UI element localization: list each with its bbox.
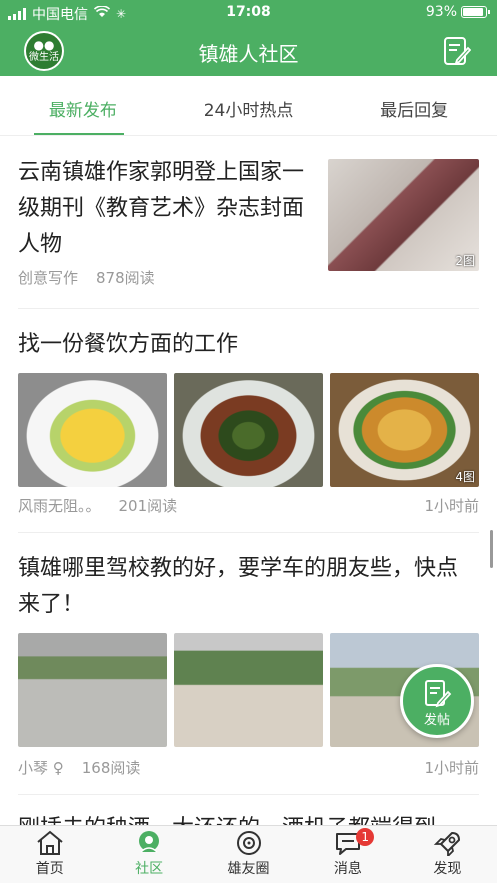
- write-post-icon: [425, 680, 452, 708]
- compose-button[interactable]: [443, 36, 472, 66]
- post-author: 创意写作: [18, 269, 79, 287]
- post-author: 小琴 ♀: [18, 759, 64, 777]
- post-item[interactable]: 找一份餐饮方面的工作 4图 风雨无阻。。 201阅读 1小时前: [18, 327, 479, 533]
- nav-messages-label: 消息: [333, 861, 362, 877]
- home-icon: [37, 830, 63, 855]
- post-thumbnail[interactable]: [174, 373, 323, 487]
- tab-last-reply[interactable]: 最后回复: [331, 76, 497, 135]
- rocket-icon: [434, 832, 461, 856]
- tab-24h-hot[interactable]: 24小时热点: [166, 76, 332, 135]
- post-meta: 风雨无阻。。 201阅读: [18, 495, 177, 516]
- status-bar: 中国电信 ✳ 17:08 93%: [0, 0, 497, 26]
- post-thumbnail[interactable]: [174, 633, 323, 747]
- image-count: 4图: [455, 470, 475, 484]
- bottom-nav: 首页 社区 雄友圈 1 消息 发现: [0, 825, 497, 883]
- nav-home[interactable]: 首页: [0, 826, 99, 883]
- nav-discover-label: 发现: [433, 861, 462, 877]
- post-title: 镇雄哪里驾校教的好，要学车的朋友些，快点来了！: [18, 556, 459, 617]
- post-title: 云南镇雄作家郭明登上国家一级期刊《教育艺术》杂志封面人物: [18, 160, 305, 257]
- status-time: 17:08: [226, 4, 271, 20]
- new-post-button[interactable]: 发帖: [400, 664, 474, 738]
- community-icon: [139, 831, 160, 853]
- post-views: 201阅读: [118, 497, 178, 515]
- edit-note-icon: [444, 37, 472, 65]
- message-badge: 1: [356, 828, 375, 846]
- nav-friends-circle-label: 雄友圈: [227, 861, 270, 877]
- page-title: 镇雄人社区: [198, 42, 299, 66]
- post-meta: 小琴 ♀ 168阅读: [18, 757, 140, 778]
- nav-community-label: 社区: [135, 861, 164, 877]
- post-item[interactable]: 镇雄哪里驾校教的好，要学车的朋友些，快点来了！ 小琴 ♀ 168阅读 1小时前: [18, 551, 479, 795]
- post-item[interactable]: 云南镇雄作家郭明登上国家一级期刊《教育艺术》杂志封面人物 创意写作 878阅读 2…: [18, 153, 479, 309]
- post-time: 1小时前: [424, 497, 479, 515]
- nav-discover[interactable]: 发现: [398, 826, 497, 883]
- post-thumbnail[interactable]: [18, 373, 167, 487]
- post-author: 风雨无阻。。: [18, 497, 101, 515]
- feed-tabs: 最新发布 24小时热点 最后回复: [0, 76, 497, 136]
- camera-circle-icon: [236, 831, 261, 855]
- nav-home-label: 首页: [35, 861, 64, 877]
- battery-fill: [463, 8, 484, 16]
- post-meta: 创意写作 878阅读: [18, 267, 155, 288]
- post-views: 168阅读: [81, 759, 141, 777]
- post-thumbnail[interactable]: 2图: [328, 159, 479, 271]
- nav-messages[interactable]: 1 消息: [298, 826, 397, 883]
- nav-community[interactable]: 社区: [99, 826, 198, 883]
- tab-latest[interactable]: 最新发布: [0, 76, 166, 135]
- nav-friends-circle[interactable]: 雄友圈: [199, 826, 298, 883]
- scroll-indicator[interactable]: [490, 530, 493, 568]
- new-post-label: 发帖: [423, 713, 450, 728]
- battery-icon: [461, 6, 490, 18]
- battery-percent: 93%: [425, 4, 457, 20]
- image-count: 2图: [455, 254, 475, 268]
- post-item[interactable]: 刚插去的秧酒，大还还的，酒机子都端得到: [18, 811, 479, 825]
- post-thumbnail[interactable]: [18, 633, 167, 747]
- post-time: 1小时前: [424, 759, 479, 777]
- post-thumbnail[interactable]: 4图: [330, 373, 479, 487]
- nav-bar: ●● 微生活 镇雄人社区: [0, 26, 497, 76]
- post-title: 刚插去的秧酒，大还还的，酒机子都端得到: [18, 811, 436, 825]
- post-views: 878阅读: [96, 269, 155, 287]
- status-right: 93%: [425, 4, 490, 20]
- post-title: 找一份餐饮方面的工作: [18, 332, 239, 357]
